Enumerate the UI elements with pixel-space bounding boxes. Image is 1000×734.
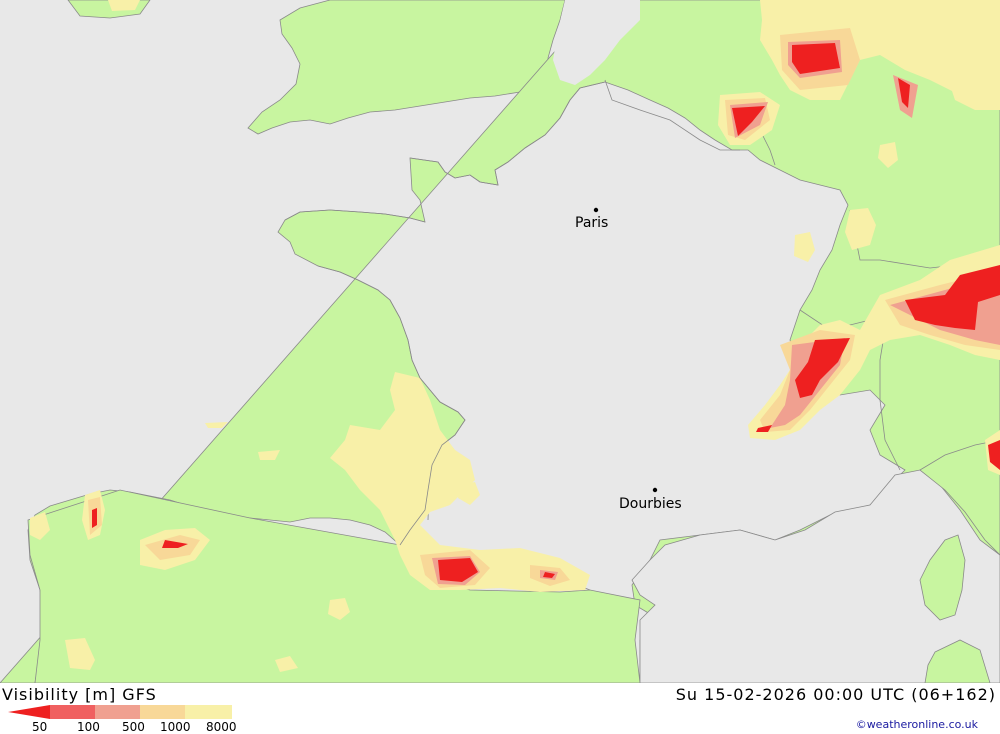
legend-tick: 1000 bbox=[160, 720, 191, 734]
legend-swatch-1000 bbox=[140, 705, 185, 719]
credit-link[interactable]: ©weatheronline.co.uk bbox=[856, 718, 978, 731]
map-footer: Visibility [m] GFS Su 15-02-2026 00:00 U… bbox=[0, 683, 1000, 734]
visibility-patch bbox=[108, 0, 140, 11]
map-title: Visibility [m] GFS bbox=[2, 685, 157, 704]
legend-tick: 50 bbox=[32, 720, 48, 734]
map-datetime: Su 15-02-2026 00:00 UTC (06+162) bbox=[675, 685, 996, 704]
legend-tick: 500 bbox=[122, 720, 145, 734]
legend-swatch-100 bbox=[50, 705, 95, 719]
visibility-map: Paris Dourbies bbox=[0, 0, 1000, 683]
legend-tick: 8000 bbox=[206, 720, 237, 734]
legend-swatch-50 bbox=[8, 705, 50, 719]
city-label-dourbies: Dourbies bbox=[619, 496, 682, 512]
legend-tick: 100 bbox=[77, 720, 100, 734]
city-marker bbox=[593, 207, 599, 213]
city-marker bbox=[652, 487, 658, 493]
legend-swatch-500 bbox=[95, 705, 140, 719]
city-label-paris: Paris bbox=[575, 215, 608, 231]
legend-color-bar bbox=[8, 705, 232, 719]
legend-swatch-8000 bbox=[185, 705, 232, 719]
